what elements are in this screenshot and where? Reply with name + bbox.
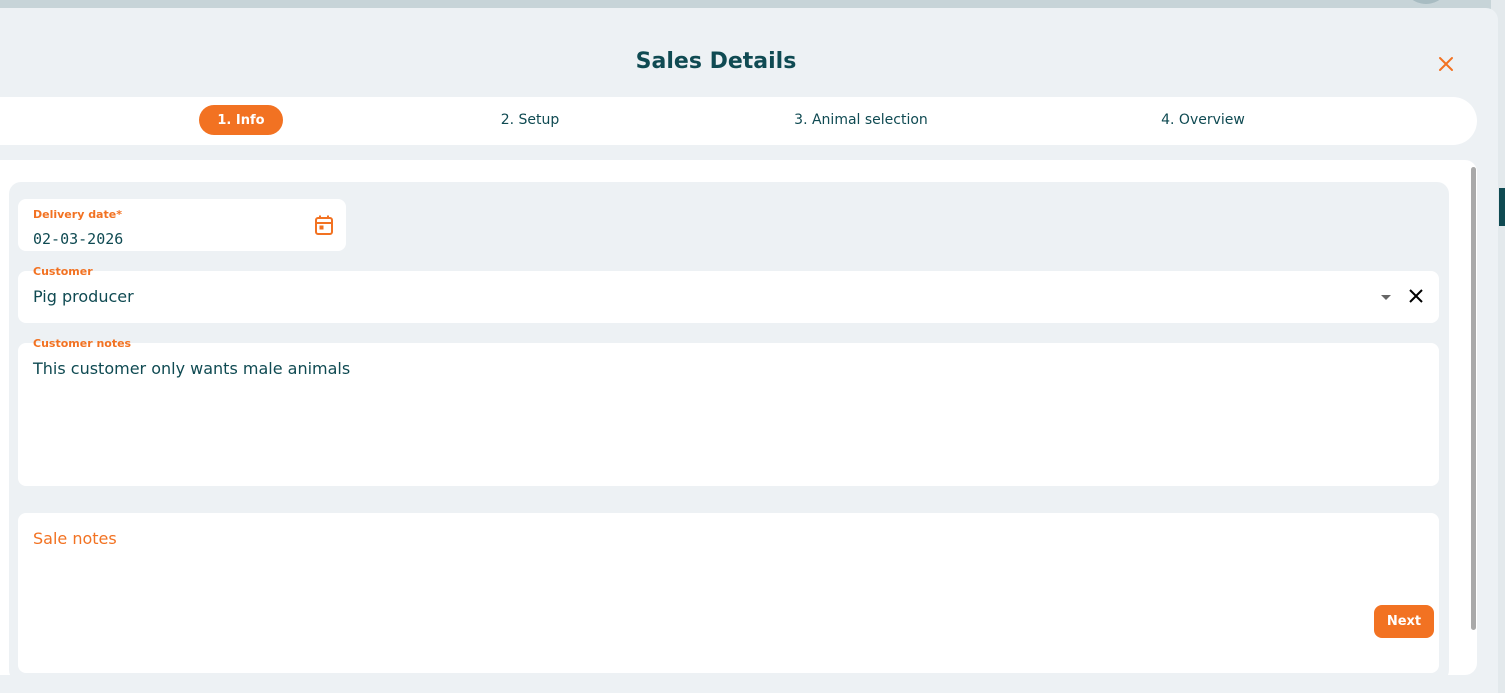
background-avatar [1402,0,1450,4]
customer-field[interactable]: Customer Pig producer [18,265,1439,323]
step-setup[interactable]: 2. Setup [480,105,580,135]
clear-icon[interactable] [1409,289,1423,303]
customer-notes-value: This customer only wants male animals [33,359,351,378]
delivery-date-field[interactable]: Delivery date* 02-03-2026 [18,199,346,251]
calendar-icon[interactable] [314,214,334,236]
step-info[interactable]: 1. Info [199,105,283,135]
step-overview[interactable]: 4. Overview [1143,105,1263,135]
background-accent [1499,188,1505,226]
scrollbar[interactable] [1471,167,1476,630]
stepper: 1. Info 2. Setup 3. Animal selection 4. … [0,97,1477,145]
form-panel: Delivery date* 02-03-2026 Customer Pig p… [0,160,1477,675]
customer-value: Pig producer [33,287,134,306]
dialog-title: Sales Details [635,49,797,74]
delivery-date-label: Delivery date* [33,208,122,221]
sales-details-dialog: Sales Details 1. Info 2. Setup 3. Animal… [0,8,1498,693]
next-button[interactable]: Next [1374,605,1434,638]
sale-notes-field[interactable]: Sale notes [18,513,1439,673]
customer-notes-label: Customer notes [33,337,132,350]
customer-notes-field[interactable]: Customer notes This customer only wants … [18,337,1439,486]
caret-down-icon[interactable] [1380,294,1392,302]
close-icon [1439,57,1453,71]
step-animal-selection[interactable]: 3. Animal selection [780,105,942,135]
delivery-date-value: 02-03-2026 [33,230,124,248]
sale-notes-placeholder: Sale notes [33,529,117,548]
form-area: Delivery date* 02-03-2026 Customer Pig p… [9,182,1449,675]
customer-label: Customer [33,265,93,278]
close-button[interactable] [1433,51,1459,77]
